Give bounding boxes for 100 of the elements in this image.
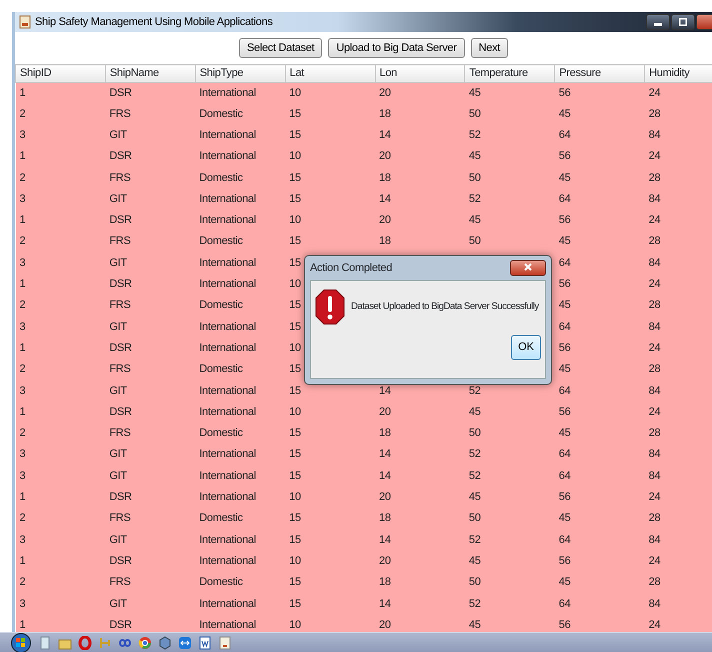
column-header[interactable]: ShipName [105,64,196,82]
table-cell: 20 [379,86,391,99]
table-cell: 15 [289,320,301,333]
table-cell: FRS [109,108,130,120]
table-cell: 50 [468,172,481,184]
table-cell: 1 [20,406,26,418]
table-cell: 56 [558,150,570,162]
table-cell: FRS [109,363,130,376]
column-header[interactable]: ShipType [195,64,286,82]
table-cell: 3 [20,598,26,610]
table-cell: 24 [648,86,660,99]
table-cell: 52 [468,384,481,397]
table-cell: GIT [109,534,127,546]
table-cell: DSR [109,150,132,162]
table-cell: 64 [558,384,570,397]
table-cell: 15 [289,470,301,482]
table-cell: Domestic [199,299,243,312]
table-cell: 15 [289,108,301,120]
table-cell: 52 [468,192,481,205]
table-cell: 15 [289,256,301,269]
table-cell: 1 [20,86,26,99]
table-cell: 3 [20,534,26,546]
table-cell: 50 [468,576,481,588]
table-cell: 3 [20,470,26,482]
table-cell: 24 [648,150,660,162]
table-cell: 84 [648,534,660,546]
table-cell: 15 [289,235,301,248]
table-cell: 52 [468,470,481,482]
table-cell: 50 [468,235,481,248]
table-cell: 24 [648,406,660,418]
table-cell: 1 [20,214,26,226]
table-cell: 20 [379,406,391,418]
table-cell: 64 [558,598,570,610]
table-cell: 15 [289,299,301,312]
table-cell: 15 [289,384,301,397]
toolbar-button[interactable]: Select Dataset [238,38,322,58]
table-cell: GIT [109,256,127,269]
table-cell: Domestic [199,108,243,120]
toolbar-button[interactable]: Upload to Big Data Server [328,38,465,58]
column-header[interactable]: Humidity [644,64,712,82]
table-cell: 84 [648,256,660,269]
table-cell: 2 [20,172,26,184]
table-cell: 56 [558,554,570,567]
table-cell: FRS [109,512,130,524]
table-cell: 2 [20,512,26,524]
table-cell: 3 [20,128,26,141]
table-cell: 18 [379,427,391,440]
toolbar-button[interactable]: Next [470,38,508,58]
table-cell: International [199,86,256,99]
table-cell: 2 [20,108,26,120]
table-cell: 56 [558,491,570,504]
table-cell: 3 [20,320,26,333]
table-cell: 3 [20,384,26,397]
table-cell: 14 [379,598,391,610]
table-cell: 50 [468,427,481,440]
table-cell: 3 [20,256,26,269]
table-cell: 10 [289,554,301,567]
table-cell: 10 [289,214,301,226]
table-cell: 1 [20,554,26,567]
table-cell: 15 [289,448,301,460]
table-cell: GIT [109,384,127,397]
table-cell: 56 [558,406,570,418]
table-cell: 45 [468,406,481,418]
table-cell: 45 [558,512,570,524]
table-cell: 24 [648,491,660,504]
table-cell: 28 [648,427,660,440]
column-header[interactable]: Temperature [464,64,555,82]
table-cell: 45 [558,172,570,184]
table-cell: 28 [648,299,660,312]
table-cell: FRS [109,427,130,440]
table-cell: GIT [109,192,127,205]
dialog-title: Action Completed [310,260,392,276]
table-cell: 10 [289,618,301,631]
table-cell: 10 [289,86,301,99]
table-cell: 52 [468,598,481,610]
table-cell: 15 [289,128,301,141]
table-cell: GIT [109,320,127,333]
table-cell: International [199,406,256,418]
table-cell: 10 [289,491,301,504]
table-cell: 64 [558,192,570,205]
table-cell: 28 [648,172,660,184]
column-header[interactable]: Pressure [554,64,645,82]
table-cell: 20 [379,491,391,504]
table-cell: 24 [648,214,660,226]
column-header[interactable]: ShipID [16,64,106,82]
table-cell: 45 [468,554,481,567]
table-cell: 2 [20,427,26,440]
table-cell: 14 [379,534,391,546]
table-cell: International [199,128,256,141]
ok-button[interactable]: OK [511,335,541,360]
column-header[interactable]: Lat [285,64,375,82]
table-cell: 64 [558,128,570,141]
table-cell: 28 [648,235,660,248]
table-cell: 15 [289,512,301,524]
table-cell: DSR [109,278,132,290]
column-header[interactable]: Lon [375,64,465,82]
table-cell: Domestic [199,427,243,440]
table-cell: 24 [648,278,660,290]
dialog-message: Dataset Uploaded to BigData Server Successfully [351,300,539,314]
table-cell: GIT [109,128,127,141]
